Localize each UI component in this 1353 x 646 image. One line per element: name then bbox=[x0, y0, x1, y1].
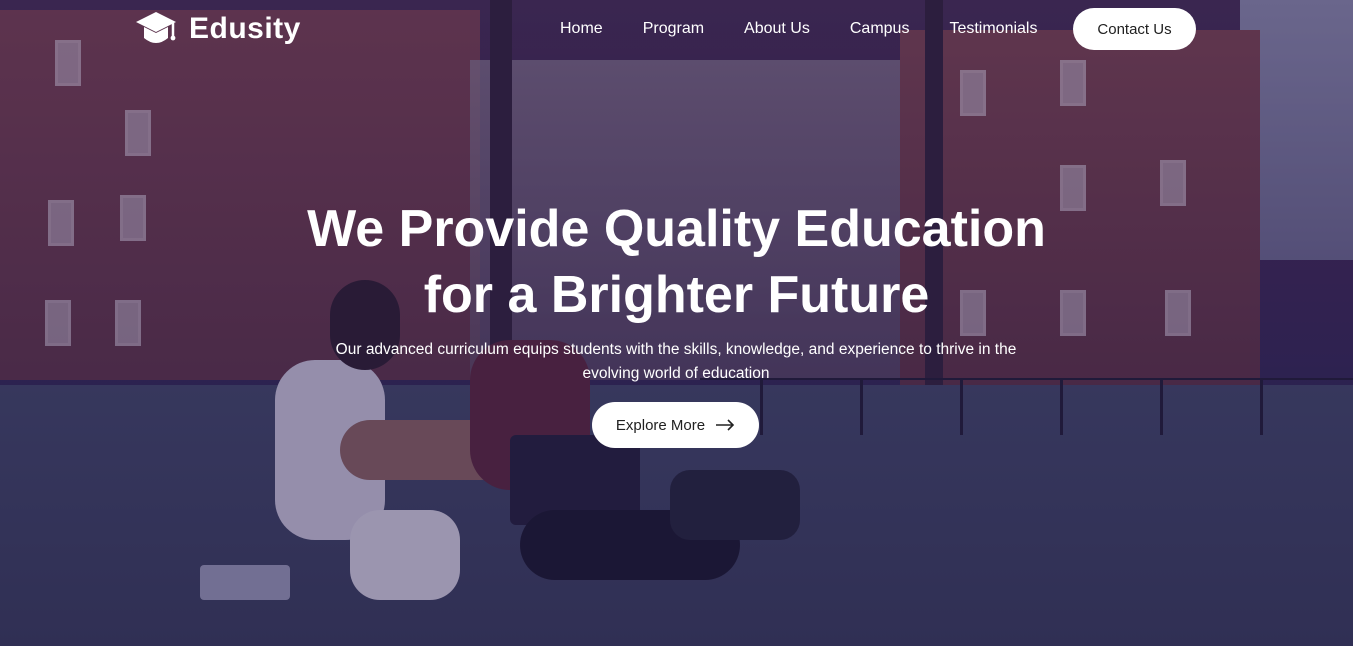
contact-us-button[interactable]: Contact Us bbox=[1073, 8, 1196, 50]
nav-link-campus[interactable]: Campus bbox=[850, 20, 910, 38]
brand-logo[interactable]: Edusity bbox=[135, 10, 301, 48]
hero-title: We Provide Quality Education for a Brigh… bbox=[0, 196, 1353, 328]
nav-menu: Home Program About Us Campus Testimonial… bbox=[560, 20, 1037, 38]
arrow-right-icon bbox=[716, 419, 735, 431]
nav-link-testimonials[interactable]: Testimonials bbox=[949, 20, 1037, 38]
explore-more-button[interactable]: Explore More bbox=[592, 402, 759, 448]
brand-name: Edusity bbox=[189, 12, 301, 45]
nav-link-program[interactable]: Program bbox=[643, 20, 704, 38]
explore-more-label: Explore More bbox=[615, 416, 706, 434]
hero-title-line-2: for a Brighter Future bbox=[423, 266, 930, 324]
hero-title-line-1: We Provide Quality Education bbox=[307, 200, 1046, 258]
hero-section: Edusity Home Program About Us Campus Tes… bbox=[0, 0, 1353, 646]
graduation-cap-icon bbox=[136, 12, 176, 43]
nav-link-home[interactable]: Home bbox=[560, 20, 603, 38]
nav-link-about-us[interactable]: About Us bbox=[744, 20, 810, 38]
top-navbar: Edusity Home Program About Us Campus Tes… bbox=[0, 0, 1353, 60]
hero-subtitle: Our advanced curriculum equips students … bbox=[335, 341, 1017, 382]
